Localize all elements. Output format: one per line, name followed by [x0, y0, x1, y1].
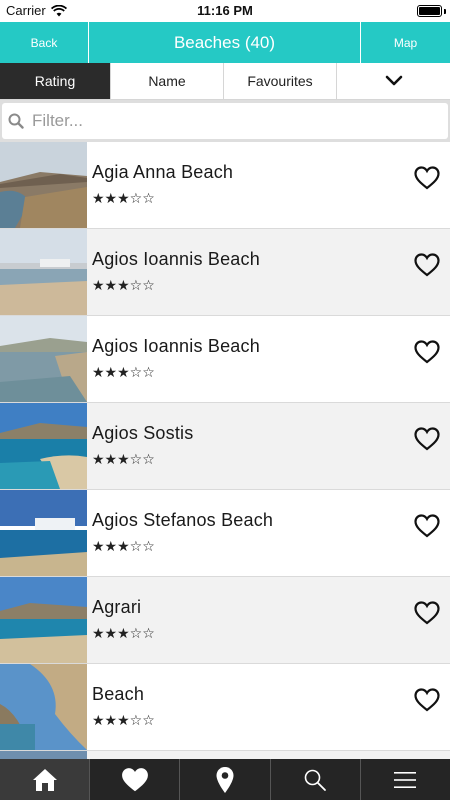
tab-map[interactable] — [180, 759, 271, 800]
beach-list: Agia Anna Beach ★★★☆☆ Agios Ioannis Beac… — [0, 142, 450, 759]
list-item[interactable]: Agios Ioannis Beach ★★★☆☆ — [0, 229, 450, 316]
map-pin-icon — [216, 766, 234, 793]
tab-rating[interactable]: Rating — [0, 63, 111, 99]
search-bar — [0, 100, 450, 142]
home-icon — [32, 768, 57, 791]
tab-menu[interactable] — [361, 759, 450, 800]
row-info: Agrari ★★★☆☆ — [87, 577, 450, 663]
list-item[interactable]: Agios Stefanos Beach ★★★☆☆ — [0, 490, 450, 577]
beach-thumbnail — [0, 751, 87, 759]
beach-rating: ★★★☆☆ — [92, 626, 155, 642]
back-button[interactable]: Back — [0, 22, 89, 63]
row-info: Beach ★★★☆☆ — [87, 664, 450, 750]
row-info: Agios Sostis ★★★☆☆ — [87, 403, 450, 489]
search-box — [2, 103, 448, 139]
heart-icon[interactable] — [414, 514, 440, 538]
menu-icon — [394, 771, 417, 788]
list-item[interactable]: Agrari ★★★☆☆ — [0, 577, 450, 664]
row-info: Agios Ioannis Beach ★★★☆☆ — [87, 316, 450, 402]
beach-name: Beach — [92, 684, 145, 704]
heart-icon[interactable] — [414, 601, 440, 625]
beach-rating: ★★★☆☆ — [92, 713, 155, 729]
heart-icon — [121, 767, 148, 791]
beach-name: Agios Ioannis Beach — [92, 336, 260, 356]
list-item[interactable]: Agia Anna Beach ★★★☆☆ — [0, 142, 450, 229]
list-item[interactable]: Agios Ioannis Beach ★★★☆☆ — [0, 316, 450, 403]
list-item[interactable]: Agios Sostis ★★★☆☆ — [0, 403, 450, 490]
beach-name: Agios Sostis — [92, 423, 194, 443]
search-icon — [304, 769, 327, 791]
heart-icon[interactable] — [414, 427, 440, 451]
battery-tip — [444, 9, 446, 14]
more-sort-dropdown[interactable] — [337, 63, 450, 99]
status-time: 11:16 PM — [197, 3, 253, 18]
list-item[interactable]: Beach ★★★☆☆ — [0, 664, 450, 751]
beach-thumbnail — [0, 577, 87, 663]
beach-name: Agia Anna Beach — [92, 162, 234, 182]
tab-name[interactable]: Name — [111, 63, 224, 99]
heart-icon[interactable] — [414, 688, 440, 712]
nav-bar: Back Beaches (40) Map — [0, 22, 450, 63]
map-button[interactable]: Map — [360, 22, 450, 63]
heart-icon[interactable] — [414, 253, 440, 277]
beach-rating: ★★★☆☆ — [92, 539, 155, 555]
beach-rating: ★★★☆☆ — [92, 278, 155, 294]
beach-name: Agios Ioannis Beach — [92, 249, 260, 269]
list-item-partial[interactable] — [0, 751, 450, 759]
filter-input[interactable] — [32, 111, 412, 131]
beach-thumbnail — [0, 664, 87, 750]
row-info: Agios Stefanos Beach ★★★☆☆ — [87, 490, 450, 576]
beach-rating: ★★★☆☆ — [92, 452, 155, 468]
tab-home[interactable] — [0, 759, 91, 800]
beach-rating: ★★★☆☆ — [92, 365, 155, 381]
page-title: Beaches (40) — [173, 32, 276, 52]
chevron-down-icon — [385, 75, 402, 86]
beach-thumbnail — [0, 316, 87, 402]
beach-thumbnail — [0, 490, 87, 576]
heart-icon[interactable] — [414, 166, 440, 190]
status-bar: Carrier 11:16 PM — [0, 0, 450, 22]
row-info: Agia Anna Beach ★★★☆☆ — [87, 142, 450, 228]
beach-thumbnail — [0, 403, 87, 489]
tab-favourites-nav[interactable] — [90, 759, 181, 800]
battery-icon — [417, 5, 442, 17]
beach-name: Agrari — [92, 597, 142, 617]
beach-thumbnail — [0, 142, 87, 228]
beach-rating: ★★★☆☆ — [92, 191, 155, 207]
row-info: Agios Ioannis Beach ★★★☆☆ — [87, 229, 450, 315]
sort-tabs: Rating Name Favourites — [0, 63, 450, 100]
tab-favourites[interactable]: Favourites — [224, 63, 337, 99]
bottom-tab-bar — [0, 759, 450, 800]
tab-search[interactable] — [271, 759, 361, 800]
beach-thumbnail — [0, 229, 87, 315]
heart-icon[interactable] — [414, 340, 440, 364]
beach-name: Agios Stefanos Beach — [92, 510, 274, 530]
search-icon — [8, 113, 24, 129]
